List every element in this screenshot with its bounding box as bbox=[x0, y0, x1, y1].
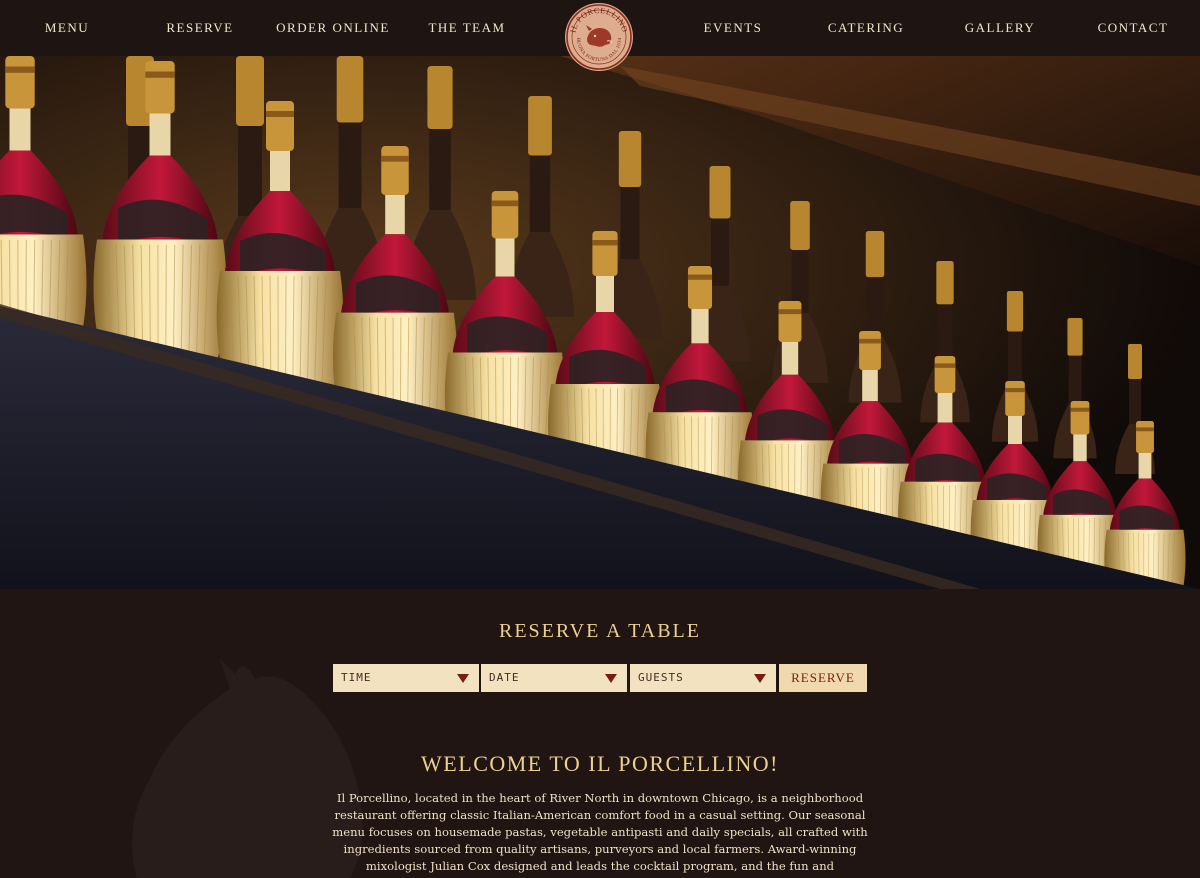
nav-contact-link[interactable]: CONTACT bbox=[1098, 20, 1169, 36]
nav-events-link[interactable]: EVENTS bbox=[704, 20, 763, 36]
reservation-section: RESERVE A TABLE TIME DATE GUESTS RESERVE… bbox=[0, 589, 1200, 878]
reserve-table-heading: RESERVE A TABLE bbox=[498, 620, 701, 642]
date-select-label: DATE bbox=[489, 671, 520, 684]
welcome-heading: WELCOME TO IL PORCELLINO! bbox=[421, 751, 779, 776]
time-select-label: TIME bbox=[341, 671, 372, 684]
boar-seal-icon: IL PORCELLINO BUONA FORTUNA DAL 1634 bbox=[566, 4, 632, 70]
wine-bottles-photo bbox=[0, 56, 1200, 589]
nav-reserve-link[interactable]: RESERVE bbox=[166, 20, 233, 36]
nav-menu-link[interactable]: MENU bbox=[45, 20, 89, 36]
welcome-paragraph: Il Porcellino, located in the heart of R… bbox=[332, 791, 868, 878]
il-porcellino-logo[interactable]: IL PORCELLINO BUONA FORTUNA DAL 1634 bbox=[565, 3, 633, 71]
hero-image bbox=[0, 56, 1200, 589]
nav-catering-link[interactable]: CATERING bbox=[828, 20, 904, 36]
chevron-down-icon bbox=[605, 674, 617, 683]
nav-gallery-link[interactable]: GALLERY bbox=[965, 20, 1035, 36]
chevron-down-icon bbox=[754, 674, 766, 683]
time-select[interactable]: TIME bbox=[333, 664, 479, 692]
nav-order-online-link[interactable]: ORDER ONLINE bbox=[276, 20, 390, 36]
nav-the-team-link[interactable]: THE TEAM bbox=[428, 20, 505, 36]
chevron-down-icon bbox=[457, 674, 469, 683]
reserve-button[interactable]: RESERVE bbox=[779, 664, 867, 692]
guests-select[interactable]: GUESTS bbox=[630, 664, 776, 692]
date-select[interactable]: DATE bbox=[481, 664, 627, 692]
guests-select-label: GUESTS bbox=[638, 671, 684, 684]
